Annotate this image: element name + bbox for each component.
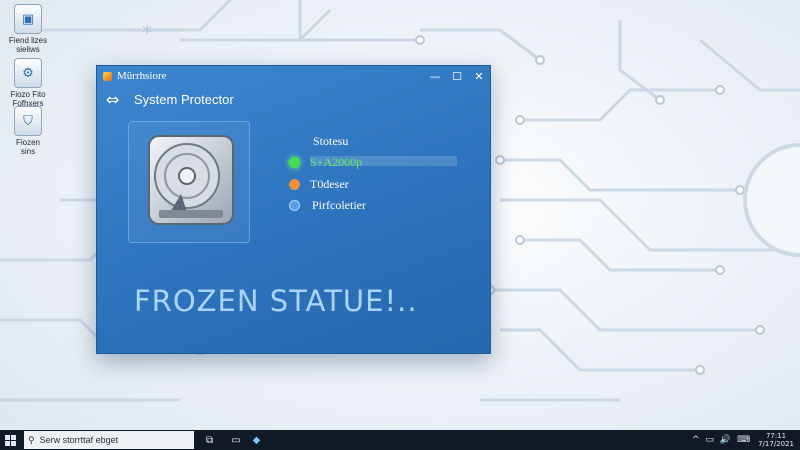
desktop-icon-2[interactable]: ⚙ Fiozo Fito Fofhxers bbox=[4, 58, 52, 108]
title-bar[interactable]: Mürrhsiore — ☐ ✕ bbox=[97, 66, 490, 86]
desktop-icon-label: Fiend lizes sieliws bbox=[8, 36, 48, 54]
close-button[interactable]: ✕ bbox=[468, 70, 490, 83]
hard-drive-icon bbox=[148, 135, 234, 225]
taskbar-search-box[interactable]: ⚲ Serw storrttaf ebget bbox=[24, 431, 194, 449]
app-logo-icon bbox=[103, 71, 112, 81]
status-row-active: S+A2000p bbox=[289, 155, 457, 170]
status-heading: Stotesu bbox=[313, 134, 349, 148]
taskbar: ⚲ Serw storrttaf ebget ⧉ ▭ ◆ ^ ▭ 🔊 ⌨ 77:… bbox=[0, 430, 800, 450]
search-icon: ⚲ bbox=[28, 434, 35, 445]
back-arrow-icon[interactable]: ⇔ bbox=[106, 90, 126, 109]
blue-status-dot-icon bbox=[289, 200, 300, 211]
network-icon[interactable]: ▭ bbox=[705, 435, 714, 445]
taskbar-app-icon[interactable]: ◆ bbox=[253, 435, 261, 446]
taskbar-window-icon[interactable]: ▭ bbox=[231, 435, 240, 446]
minimize-button[interactable]: — bbox=[424, 70, 446, 83]
app-title: System Protector bbox=[134, 91, 234, 107]
desktop-icon-1[interactable]: ▣ Fiend lizes sieliws bbox=[4, 4, 52, 54]
status-label-3: Pirfcoletier bbox=[312, 198, 366, 212]
tray-chevron-icon[interactable]: ^ bbox=[692, 435, 700, 445]
status-row-3: Pirfcoletier bbox=[289, 198, 366, 213]
clock-date: 7/17/2021 bbox=[758, 440, 794, 448]
volume-icon[interactable]: 🔊 bbox=[720, 435, 731, 445]
system-protector-window: Mürrhsiore — ☐ ✕ ⇔ System Protector Stot… bbox=[96, 65, 491, 354]
keyboard-icon[interactable]: ⌨ bbox=[737, 435, 750, 445]
start-button[interactable] bbox=[0, 434, 20, 446]
svg-text:*: * bbox=[142, 21, 152, 45]
windows-logo-icon bbox=[4, 434, 16, 446]
app-icon: ▣ bbox=[14, 4, 42, 34]
maximize-button[interactable]: ☐ bbox=[446, 70, 468, 83]
clock-time: 77:11 bbox=[765, 432, 787, 440]
status-label-active: S+A2000p bbox=[310, 155, 363, 169]
clock[interactable]: 77:11 7/17/2021 bbox=[758, 432, 794, 448]
green-status-dot-icon bbox=[289, 157, 300, 168]
status-label-2: T0deser bbox=[310, 177, 349, 191]
desktop-icon-label: Fiozen sins bbox=[15, 138, 40, 156]
window-title: Mürrhsiore bbox=[117, 70, 167, 82]
settings-icon: ⚙ bbox=[14, 58, 42, 88]
system-tray: ^ ▭ 🔊 ⌨ 77:11 7/17/2021 bbox=[686, 432, 794, 448]
desktop-icon-3[interactable]: ⛉ Fiozen sins bbox=[4, 106, 52, 156]
frozen-status-banner: FROZEN STATUE!.. bbox=[134, 284, 418, 318]
status-row-2: T0deser bbox=[289, 177, 349, 192]
shield-icon: ⛉ bbox=[14, 106, 42, 136]
orange-status-dot-icon bbox=[289, 179, 300, 190]
hard-drive-tile bbox=[128, 121, 250, 243]
search-text: Serw storrttaf ebget bbox=[39, 435, 119, 445]
task-view-icon[interactable]: ⧉ bbox=[206, 435, 213, 446]
